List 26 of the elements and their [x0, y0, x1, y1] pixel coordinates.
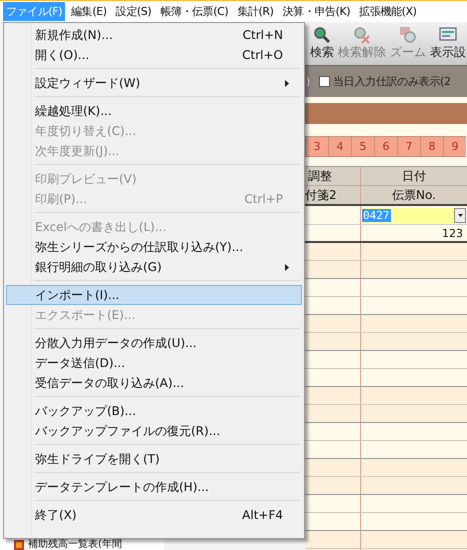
menu-item[interactable]: データテンプレートの作成(H)...: [6, 477, 302, 497]
toolbar-button[interactable]: 検索: [309, 24, 335, 63]
menu-item[interactable]: 開く(O)... Ctrl+O: [6, 45, 302, 65]
toolbar-button[interactable]: 表示設: [429, 24, 467, 63]
menu-item[interactable]: 弥生ドライブを開く(T): [6, 449, 302, 469]
menu-item[interactable]: 繰越処理(K)...: [6, 101, 302, 121]
checkbox-label: 当日入力仕訳のみ表示(2: [333, 74, 451, 89]
menu-bar-item[interactable]: 決算・申告(K): [280, 2, 354, 21]
menu-item[interactable]: 終了(X) Alt+F4: [6, 505, 302, 525]
menu-item[interactable]: データ送信(D)...: [6, 353, 302, 373]
menu-item[interactable]: バックアップ(B)...: [6, 401, 302, 421]
menu-bar-item[interactable]: 編集(E): [68, 2, 110, 21]
menu-item[interactable]: インポート(I)...: [6, 285, 302, 305]
menu-item[interactable]: 受信データの取り込み(A)...: [6, 373, 302, 393]
menu-item[interactable]: 分散入力用データの作成(U)...: [6, 333, 302, 353]
menu-item[interactable]: 設定ウィザード(W): [6, 73, 302, 93]
menu-item[interactable]: バックアップファイルの復元(R)...: [6, 421, 302, 441]
menu-item[interactable]: 新規作成(N)... Ctrl+N: [6, 25, 302, 45]
menu-bar-item[interactable]: 拡張機能(X): [356, 2, 420, 21]
menu-item[interactable]: 銀行明細の取り込み(G): [6, 257, 302, 277]
table-cell: 123: [361, 225, 467, 241]
menu-item[interactable]: 弥生シリーズからの仕訳取り込み(Y)...: [6, 237, 302, 257]
filter-text: ): [306, 75, 310, 88]
menu-bar-item[interactable]: 設定(S): [112, 2, 154, 21]
menu-bar-item[interactable]: 集計(R): [234, 2, 277, 21]
menu-bar-item[interactable]: 帳簿・伝票(C): [157, 2, 232, 21]
